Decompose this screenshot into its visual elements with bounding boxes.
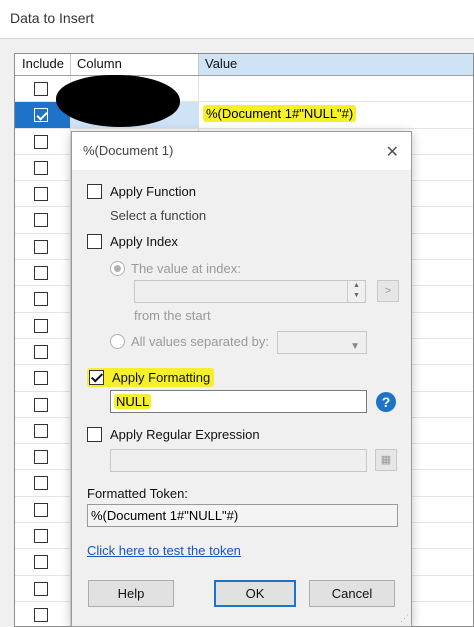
include-checkbox[interactable]: [34, 213, 48, 228]
value-cell[interactable]: %(Document 1#"NULL"#): [199, 102, 473, 127]
cancel-button[interactable]: Cancel: [309, 580, 395, 607]
apply-index-option[interactable]: Apply Index: [87, 234, 178, 249]
index-spinner[interactable]: ▲ ▼: [347, 281, 365, 302]
close-icon[interactable]: ✕: [386, 142, 399, 162]
include-cell: [15, 444, 71, 470]
all-values-radio[interactable]: [110, 334, 125, 349]
include-checkbox[interactable]: [34, 266, 48, 281]
include-cell: [15, 312, 71, 338]
include-checkbox[interactable]: [34, 292, 48, 307]
window-title: Data to Insert: [10, 10, 95, 26]
include-cell: [15, 181, 71, 207]
include-cell: [15, 417, 71, 444]
ok-button[interactable]: OK: [214, 580, 296, 607]
include-cell: [15, 549, 71, 575]
index-go-button[interactable]: >: [377, 280, 399, 302]
include-cell: [15, 207, 71, 233]
include-cell: [15, 601, 71, 626]
include-checkbox[interactable]: [34, 318, 48, 333]
value-at-index-label: The value at index:: [131, 261, 241, 276]
include-checkbox[interactable]: [34, 187, 48, 202]
include-cell: [15, 523, 71, 549]
include-cell: [15, 391, 71, 417]
resize-grip-icon[interactable]: ⋰: [400, 613, 409, 624]
value-token: %(Document 1#"NULL"#): [203, 105, 357, 123]
formatting-highlight: Apply Formatting: [87, 368, 215, 387]
separator-dropdown[interactable]: ▼: [277, 331, 367, 354]
from-start-text: from the start: [134, 308, 211, 323]
value-at-index-option[interactable]: The value at index:: [110, 261, 241, 276]
dialog-title: %(Document 1): [83, 143, 174, 158]
chevron-down-icon: ▼: [350, 341, 360, 352]
dialog-titlebar: %(Document 1) ✕: [72, 132, 411, 170]
include-cell: [15, 365, 71, 391]
include-checkbox[interactable]: [34, 502, 48, 517]
include-checkbox[interactable]: [34, 607, 48, 622]
apply-formatting-option[interactable]: Apply Formatting: [87, 368, 215, 387]
redacted-column-name: [56, 75, 180, 127]
include-cell: [15, 496, 71, 523]
include-checkbox[interactable]: [34, 423, 48, 438]
value-cell[interactable]: [199, 76, 473, 101]
formatted-token-output: %(Document 1#"NULL"#): [87, 504, 398, 527]
include-checkbox[interactable]: [34, 371, 48, 386]
regex-input[interactable]: [110, 449, 367, 472]
value-at-index-radio[interactable]: [110, 261, 125, 276]
header-value[interactable]: Value: [199, 54, 473, 75]
include-checkbox[interactable]: [34, 344, 48, 359]
include-checkbox[interactable]: [34, 397, 48, 412]
include-cell: [15, 575, 71, 601]
header-include[interactable]: Include: [15, 54, 71, 75]
include-cell: [15, 260, 71, 286]
include-checkbox[interactable]: [34, 108, 48, 123]
include-checkbox[interactable]: [34, 239, 48, 254]
include-cell: [15, 154, 71, 181]
include-checkbox[interactable]: [34, 476, 48, 491]
include-cell: [15, 338, 71, 365]
token-dialog: %(Document 1) ✕ Apply Function Select a …: [71, 131, 412, 627]
include-cell: [15, 233, 71, 260]
apply-function-label: Apply Function: [110, 184, 196, 199]
include-checkbox[interactable]: [34, 160, 48, 175]
index-input[interactable]: ▲ ▼: [134, 280, 366, 303]
select-function-text: Select a function: [110, 208, 207, 223]
include-cell: [15, 286, 71, 312]
include-checkbox[interactable]: [34, 581, 48, 596]
formatting-value: NULL: [114, 394, 152, 409]
regex-builder-icon[interactable]: ▦: [375, 449, 397, 471]
formatting-input[interactable]: NULL: [110, 390, 367, 413]
apply-function-checkbox[interactable]: [87, 184, 102, 199]
include-cell: [15, 470, 71, 496]
include-checkbox[interactable]: [34, 450, 48, 465]
include-cell: [15, 128, 71, 154]
include-checkbox[interactable]: [34, 555, 48, 570]
apply-index-checkbox[interactable]: [87, 234, 102, 249]
apply-regex-option[interactable]: Apply Regular Expression: [87, 427, 260, 442]
all-values-option[interactable]: All values separated by:: [110, 334, 269, 349]
formatted-token-label: Formatted Token:: [87, 486, 188, 501]
header-column[interactable]: Column: [71, 54, 199, 75]
apply-regex-checkbox[interactable]: [87, 427, 102, 442]
help-button[interactable]: Help: [88, 580, 174, 607]
include-checkbox[interactable]: [34, 82, 48, 96]
apply-formatting-label: Apply Formatting: [112, 370, 211, 385]
include-checkbox[interactable]: [34, 134, 48, 149]
grid-header: Include Column Value: [15, 54, 473, 76]
help-icon[interactable]: ?: [376, 392, 396, 412]
include-checkbox[interactable]: [34, 529, 48, 544]
apply-function-option[interactable]: Apply Function: [87, 184, 196, 199]
apply-regex-label: Apply Regular Expression: [110, 427, 260, 442]
apply-formatting-checkbox[interactable]: [89, 370, 104, 385]
test-token-link[interactable]: Click here to test the token: [87, 543, 241, 558]
apply-index-label: Apply Index: [110, 234, 178, 249]
all-values-label: All values separated by:: [131, 334, 270, 349]
